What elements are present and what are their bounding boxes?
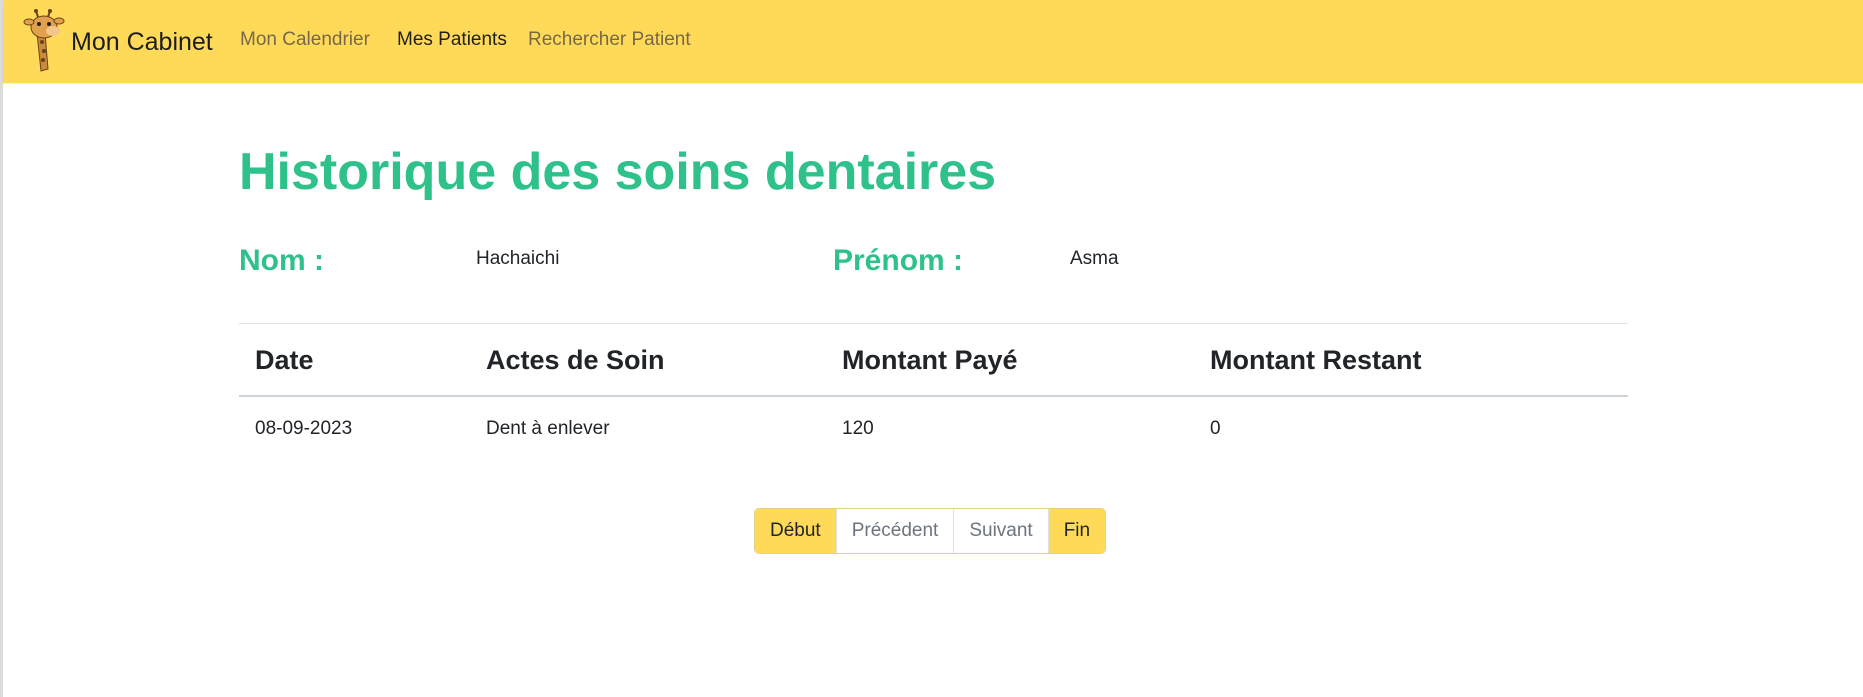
cell-date: 08-09-2023: [255, 418, 353, 439]
pagination-suivant-button[interactable]: Suivant: [953, 509, 1048, 553]
nav-link-patients[interactable]: Mes Patients: [397, 29, 507, 51]
nom-label: Nom :: [239, 244, 324, 277]
brand-name: Mon Cabinet: [71, 27, 213, 56]
giraffe-logo-icon: [23, 9, 69, 75]
nom-value: Hachaichi: [476, 248, 560, 269]
header-montant-paye: Montant Payé: [842, 345, 1018, 375]
cell-montant-restant: 0: [1210, 418, 1221, 439]
table-header-divider: [239, 395, 1628, 397]
header-date: Date: [255, 345, 314, 375]
window-edge: [0, 0, 3, 697]
prenom-label: Prénom :: [833, 244, 964, 277]
brand-link[interactable]: Mon Cabinet: [23, 8, 213, 76]
cell-actes: Dent à enlever: [486, 418, 610, 439]
nav-link-calendrier[interactable]: Mon Calendrier: [240, 29, 370, 51]
pagination-precedent-button[interactable]: Précédent: [835, 509, 954, 553]
cell-montant-paye: 120: [842, 418, 874, 439]
page-title: Historique des soins dentaires: [239, 143, 997, 201]
header-montant-restant: Montant Restant: [1210, 345, 1422, 375]
pagination-fin-button[interactable]: Fin: [1047, 509, 1106, 553]
nav-link-rechercher[interactable]: Rechercher Patient: [528, 29, 691, 51]
top-navbar: Mon Cabinet Mon Calendrier Mes Patients …: [3, 0, 1863, 83]
pagination-debut-button[interactable]: Début: [755, 509, 836, 553]
table-top-divider: [239, 323, 1628, 324]
pagination: Début Précédent Suivant Fin: [754, 508, 1107, 554]
header-actes: Actes de Soin: [486, 345, 665, 375]
prenom-value: Asma: [1070, 248, 1119, 269]
